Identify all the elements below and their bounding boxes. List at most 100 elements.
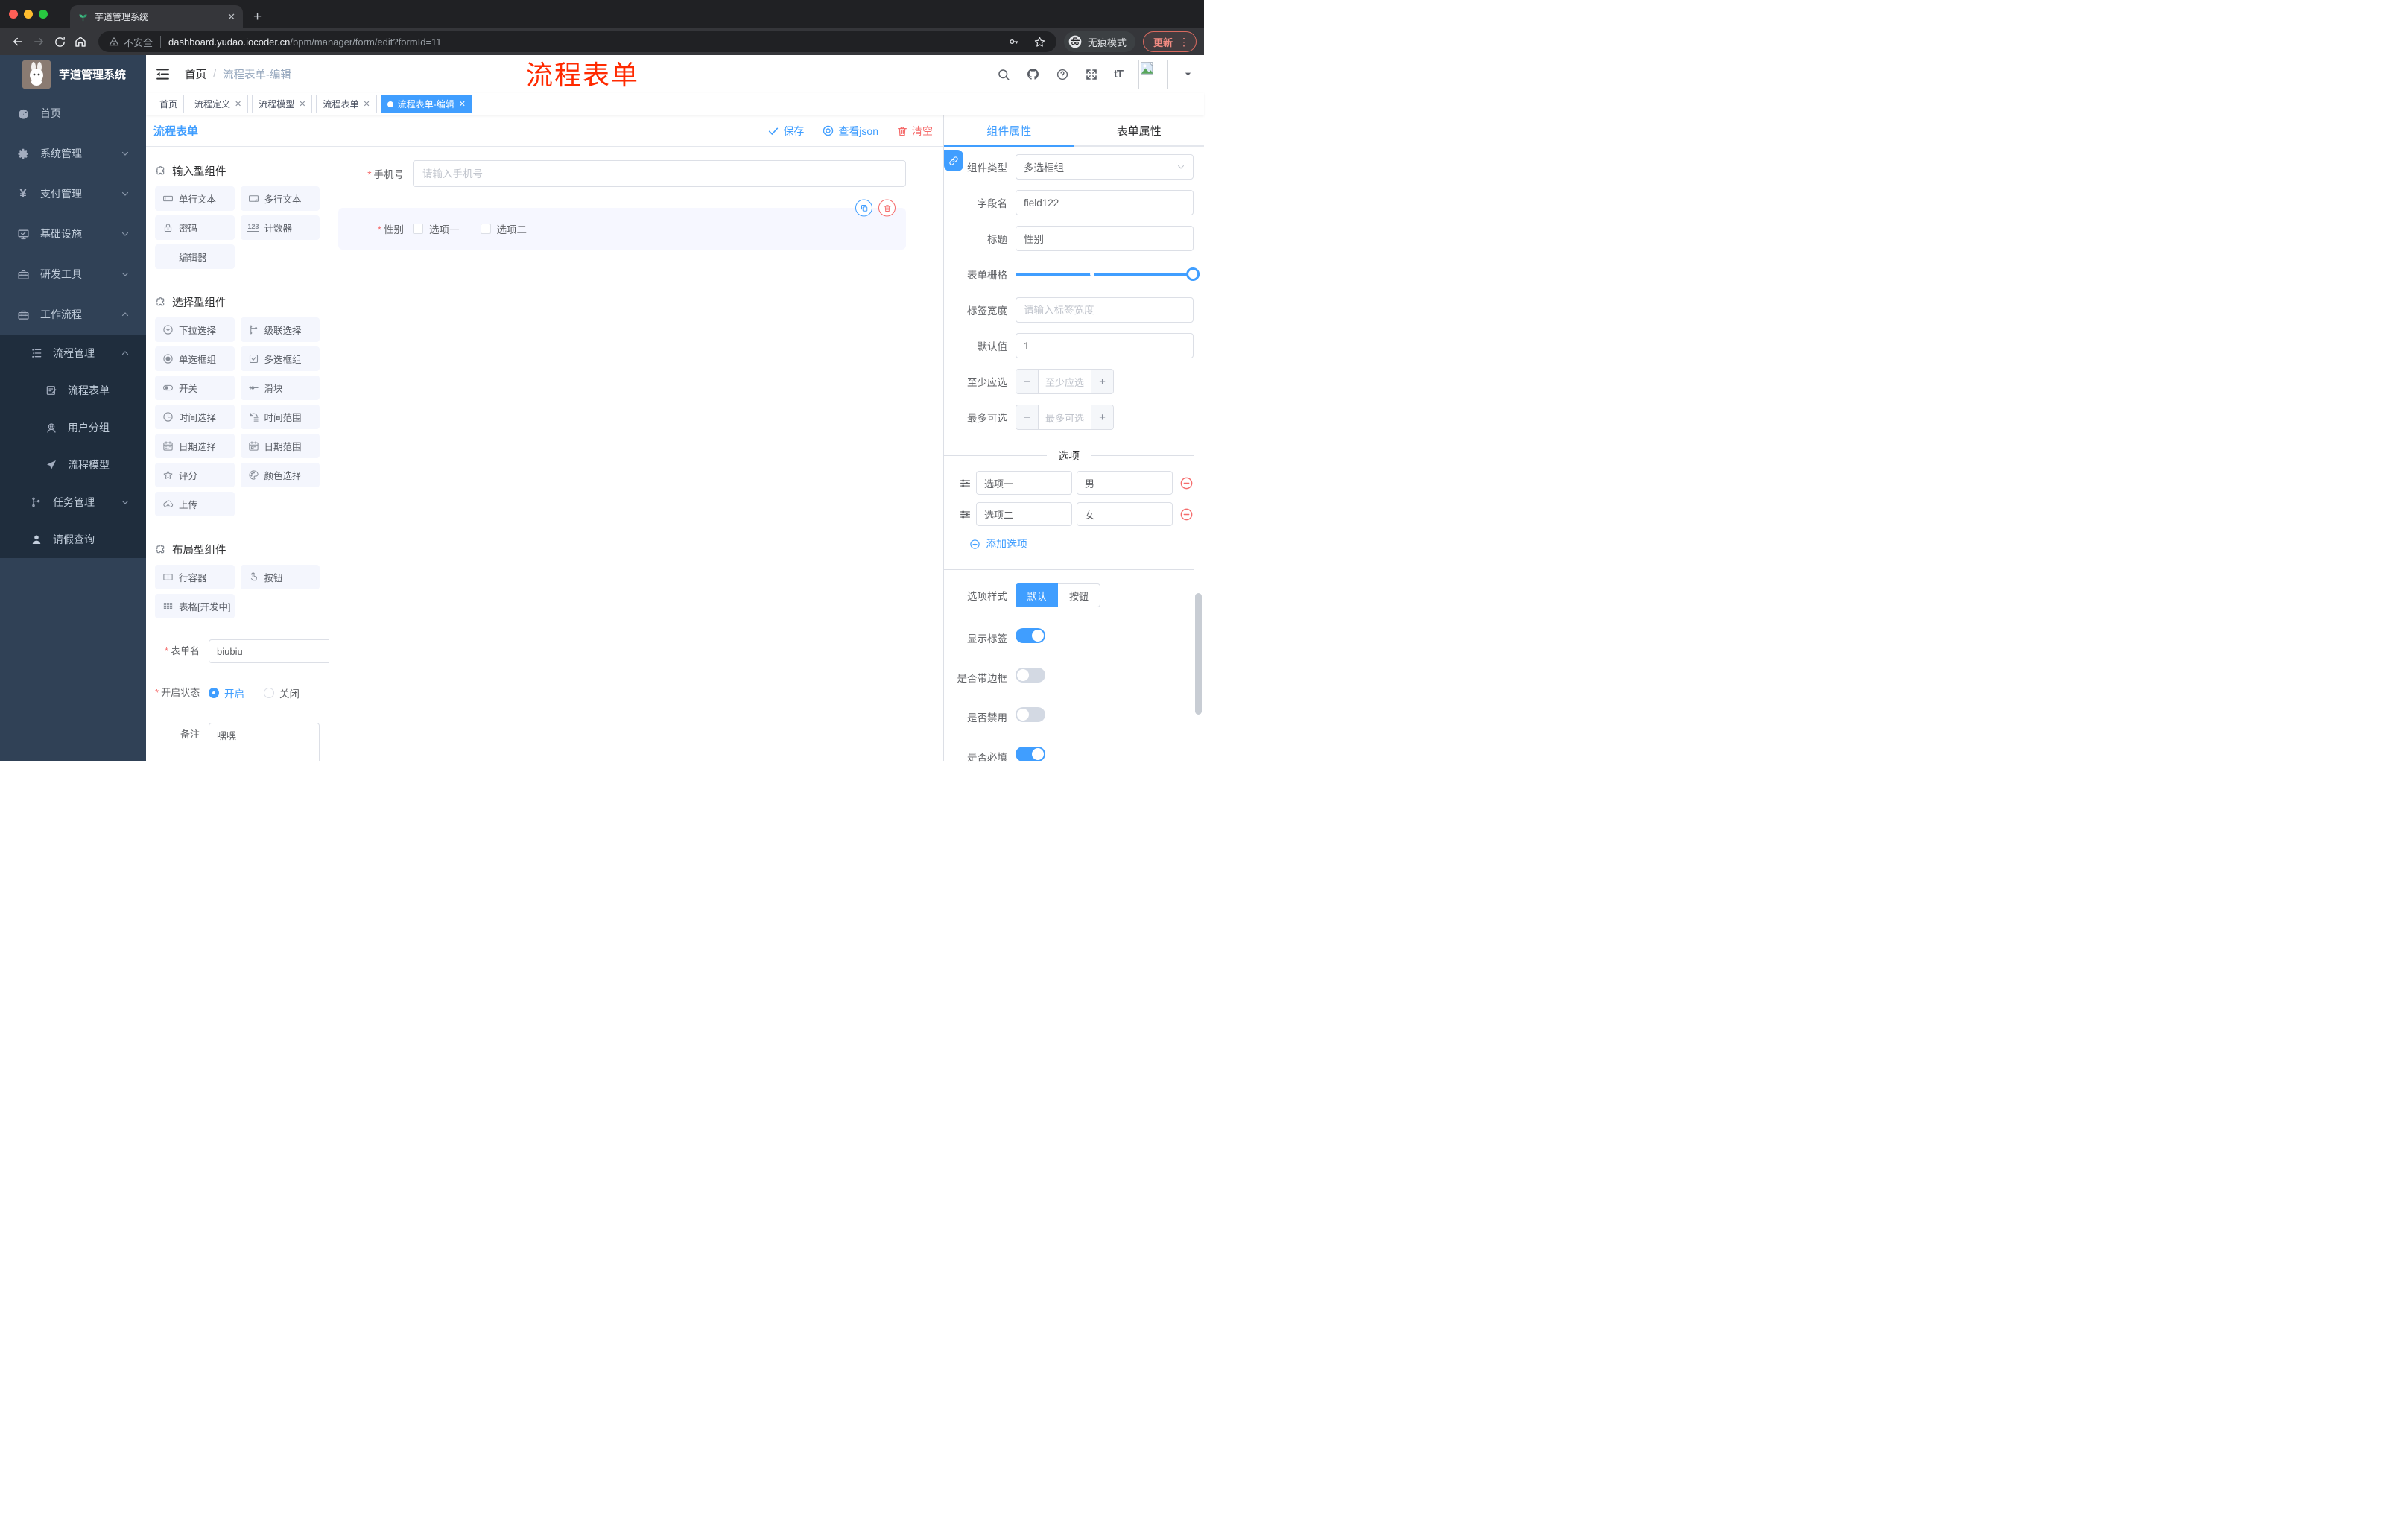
delete-field-button[interactable] — [878, 199, 896, 217]
canvas-field-phone[interactable]: * 手机号 — [338, 160, 906, 187]
tag-process-form[interactable]: 流程表单 ✕ — [316, 95, 377, 113]
palette-item-upload[interactable]: 上传 — [155, 492, 235, 516]
checkbox-icon[interactable] — [413, 224, 423, 234]
save-button[interactable]: 保存 — [767, 124, 804, 139]
sidebar-item-leave-query[interactable]: 请假查询 — [0, 521, 146, 558]
help-icon[interactable] — [1056, 68, 1069, 81]
new-tab-button[interactable]: + — [253, 9, 262, 25]
sidebar-item-user-group[interactable]: 用户分组 — [0, 409, 146, 446]
copy-field-button[interactable] — [855, 199, 872, 217]
option-text-input[interactable] — [976, 471, 1072, 495]
reload-icon[interactable] — [49, 31, 70, 52]
min-select-stepper[interactable]: − 至少应选 + — [1016, 369, 1114, 394]
phone-input[interactable] — [413, 160, 906, 187]
fullscreen-icon[interactable] — [1085, 68, 1098, 81]
palette-item-color-picker[interactable]: 颜色选择 — [240, 463, 320, 487]
palette-item-rate[interactable]: 评分 — [155, 463, 235, 487]
palette-item-radio-group[interactable]: 单选框组 — [155, 346, 235, 371]
default-value-input[interactable] — [1016, 333, 1194, 358]
sidebar-item-system[interactable]: 系统管理 — [0, 133, 146, 174]
option-value-input[interactable] — [1077, 502, 1173, 526]
sidebar-item-process-mgmt[interactable]: 流程管理 — [0, 335, 146, 372]
slider-handle[interactable] — [1186, 267, 1200, 281]
min-select-value[interactable]: 至少应选 — [1039, 370, 1091, 393]
sidebar-item-workflow[interactable]: 工作流程 — [0, 294, 146, 335]
sidebar-item-process-model[interactable]: 流程模型 — [0, 446, 146, 484]
title-input[interactable] — [1016, 226, 1194, 251]
zoom-window-button[interactable] — [39, 10, 48, 19]
palette-item-single-text[interactable]: 单行文本 — [155, 186, 235, 211]
plus-button[interactable]: + — [1091, 405, 1113, 429]
sidebar-item-home[interactable]: 首页 — [0, 93, 146, 133]
address-bar[interactable]: 不安全 dashboard.yudao.iocoder.cn /bpm/mana… — [98, 31, 1056, 52]
tab-form-props[interactable]: 表单属性 — [1074, 115, 1204, 147]
collapse-sidebar-icon[interactable] — [155, 66, 173, 82]
option-value-input[interactable] — [1077, 471, 1173, 495]
avatar-caret-icon[interactable] — [1184, 70, 1192, 78]
add-option-button[interactable]: 添加选项 — [969, 536, 1204, 551]
window-controls[interactable] — [0, 0, 57, 28]
plus-button[interactable]: + — [1091, 370, 1113, 393]
palette-item-switch[interactable]: 开关 — [155, 376, 235, 400]
grid-slider[interactable] — [1016, 262, 1200, 287]
security-indicator[interactable]: 不安全 — [109, 35, 153, 49]
browser-tab[interactable]: 芋道管理系统 ✕ — [70, 5, 243, 28]
palette-item-editor[interactable]: 编辑器 — [155, 244, 235, 269]
back-icon[interactable] — [7, 31, 28, 52]
chrome-update-button[interactable]: 更新 ⋮ — [1142, 31, 1197, 52]
close-icon[interactable]: ✕ — [364, 99, 370, 109]
tag-process-model[interactable]: 流程模型 ✕ — [252, 95, 313, 113]
minus-button[interactable]: − — [1016, 370, 1039, 393]
tag-process-form-edit[interactable]: 流程表单-编辑 ✕ — [380, 95, 472, 113]
search-icon[interactable] — [997, 68, 1010, 81]
palette-item-time-range[interactable]: 时间范围 — [240, 405, 320, 429]
palette-item-row-container[interactable]: 行容器 — [155, 565, 235, 589]
show-label-toggle[interactable] — [1016, 628, 1045, 643]
forward-icon[interactable] — [28, 31, 49, 52]
palette-item-button[interactable]: 按钮 — [240, 565, 320, 589]
sidebar-item-task-mgmt[interactable]: 任务管理 — [0, 484, 146, 521]
sidebar-item-devtools[interactable]: 研发工具 — [0, 254, 146, 294]
key-icon[interactable] — [1008, 36, 1020, 48]
tag-home[interactable]: 首页 — [153, 95, 185, 113]
field-name-input[interactable] — [1016, 190, 1194, 215]
palette-item-checkbox-group[interactable]: 多选框组 — [240, 346, 320, 371]
avatar[interactable] — [1138, 59, 1168, 89]
clear-button[interactable]: 清空 — [896, 124, 933, 139]
link-button[interactable] — [944, 150, 963, 171]
minus-button[interactable]: − — [1016, 405, 1039, 429]
palette-item-date-picker[interactable]: 日期选择 — [155, 434, 235, 458]
palette-item-textarea[interactable]: 多行文本 — [240, 186, 320, 211]
gender-option-2[interactable]: 选项二 — [480, 221, 527, 236]
required-toggle[interactable] — [1016, 747, 1045, 762]
remark-textarea[interactable]: 嘿嘿 — [209, 723, 320, 762]
close-icon[interactable]: ✕ — [299, 99, 305, 109]
sidebar-item-process-form[interactable]: 流程表单 — [0, 372, 146, 409]
form-name-input[interactable] — [209, 639, 329, 663]
form-canvas[interactable]: *手机号 *性别 选项一 — [329, 147, 943, 762]
gender-option-1[interactable]: 选项一 — [413, 221, 460, 236]
home-icon[interactable] — [70, 31, 91, 52]
max-select-stepper[interactable]: − 最多可选 + — [1016, 405, 1114, 430]
palette-item-select[interactable]: 下拉选择 — [155, 317, 235, 342]
status-radio-on[interactable]: 开启 — [209, 685, 244, 700]
view-json-button[interactable]: 查看json — [822, 124, 878, 139]
max-select-value[interactable]: 最多可选 — [1039, 405, 1091, 429]
palette-item-password[interactable]: 密码 — [155, 215, 235, 240]
close-icon[interactable]: ✕ — [459, 99, 466, 109]
disabled-toggle[interactable] — [1016, 707, 1045, 722]
breadcrumb-home[interactable]: 首页 — [185, 66, 206, 82]
remove-option-button[interactable] — [1179, 476, 1194, 490]
palette-item-slider[interactable]: 滑块 — [240, 376, 320, 400]
minimize-window-button[interactable] — [24, 10, 33, 19]
palette-item-table[interactable]: 表格[开发中] — [155, 594, 235, 618]
palette-item-cascader[interactable]: 级联选择 — [240, 317, 320, 342]
close-icon[interactable]: ✕ — [235, 99, 241, 109]
palette-item-time-picker[interactable]: 时间选择 — [155, 405, 235, 429]
scrollbar-thumb[interactable] — [1195, 593, 1202, 715]
tab-close-icon[interactable]: ✕ — [227, 12, 235, 22]
sidebar-item-infra[interactable]: 基础设施 — [0, 214, 146, 254]
checkbox-icon[interactable] — [480, 224, 491, 234]
github-icon[interactable] — [1026, 67, 1040, 81]
bookmark-star-icon[interactable] — [1033, 36, 1046, 48]
